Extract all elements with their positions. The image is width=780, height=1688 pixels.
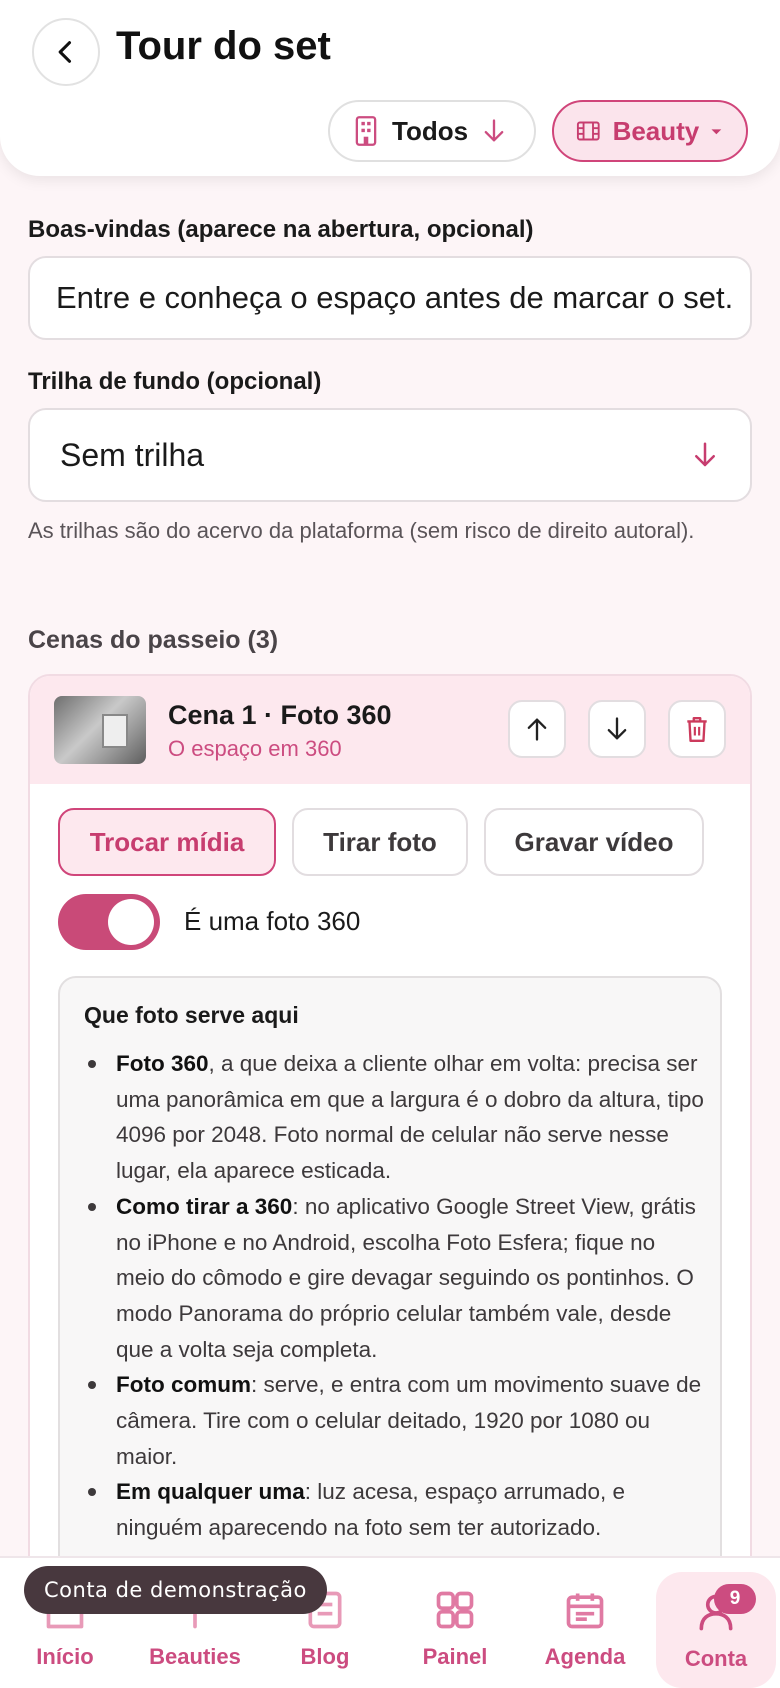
film-icon (576, 121, 600, 141)
track-select[interactable]: Sem trilha (28, 408, 752, 502)
record-video-button[interactable]: Gravar vídeo (484, 808, 704, 876)
filter-all-button[interactable]: Todos (328, 100, 536, 162)
scene-subtitle: O espaço em 360 (168, 736, 342, 761)
caret-down-icon (711, 129, 722, 135)
top-header: Tour do set Todos Beauty (0, 0, 780, 176)
photo-tips-box: Que foto serve aqui Foto 360, a que deix… (58, 976, 722, 1596)
filter-category-label: Beauty (612, 115, 700, 146)
nav-item-conta[interactable]: Conta 9 (656, 1572, 776, 1688)
trash-icon (687, 717, 707, 743)
arrow-down-icon (484, 119, 504, 142)
photo-360-toggle-label: É uma foto 360 (184, 906, 361, 936)
take-photo-button[interactable]: Tirar foto (292, 808, 468, 876)
nav-item-agenda[interactable]: Agenda (520, 1558, 650, 1688)
arrow-down-icon (695, 442, 715, 467)
scene-card: Cena 1 · Foto 360 O espaço em 360 Trocar… (28, 674, 752, 1674)
photo-360-toggle[interactable] (58, 894, 160, 950)
arrow-down-icon (607, 717, 627, 740)
page-title: Tour do set (116, 24, 331, 68)
nav-label: Conta (684, 1646, 748, 1671)
welcome-input[interactable]: Entre e conheça o espaço antes de marcar… (28, 256, 752, 340)
track-helper-text: As trilhas são do acervo da plataforma (… (28, 518, 695, 543)
demo-account-banner: Conta de demonstração (24, 1566, 327, 1614)
chevron-left-icon (58, 41, 72, 63)
tip-item: Foto 360, a que deixa a cliente olhar em… (84, 1046, 704, 1189)
nav-label: Início (36, 1644, 94, 1669)
tips-list: Foto 360, a que deixa a cliente olhar em… (84, 1046, 704, 1546)
back-button[interactable] (32, 18, 100, 86)
tip-bold: Em qualquer uma (116, 1479, 305, 1505)
nav-label: Beauties (149, 1644, 241, 1669)
nav-label: Blog (300, 1644, 350, 1669)
scene-thumbnail[interactable] (54, 696, 146, 764)
tip-bold: Como tirar a 360 (116, 1193, 293, 1219)
move-up-button[interactable] (508, 700, 566, 758)
tips-title: Que foto serve aqui (84, 1002, 299, 1028)
swap-media-button[interactable]: Trocar mídia (58, 808, 276, 876)
building-icon (355, 116, 377, 146)
welcome-label: Boas-vindas (aparece na abertura, opcion… (28, 216, 534, 243)
tip-bold: Foto comum (116, 1372, 251, 1398)
scene-title: Cena 1 · Foto 360 (168, 700, 392, 730)
track-label: Trilha de fundo (opcional) (28, 368, 322, 395)
track-select-value: Sem trilha (60, 436, 205, 473)
tip-bold: Foto 360 (116, 1051, 209, 1076)
scenes-section-title: Cenas do passeio (3) (28, 626, 279, 654)
filter-category-button[interactable]: Beauty (552, 100, 748, 162)
dashboard-icon (436, 1591, 474, 1629)
delete-scene-button[interactable] (668, 700, 726, 758)
move-down-button[interactable] (588, 700, 646, 758)
scene-header: Cena 1 · Foto 360 O espaço em 360 (30, 676, 750, 784)
filter-all-label: Todos (392, 115, 469, 146)
toggle-knob (108, 899, 154, 945)
arrow-up-icon (527, 718, 547, 741)
tip-item: Em qualquer uma: luz acesa, espaço arrum… (84, 1474, 704, 1545)
calendar-icon (566, 1593, 604, 1629)
nav-item-painel[interactable]: Painel (390, 1558, 520, 1688)
tip-item: Como tirar a 360: no aplicativo Google S… (84, 1189, 704, 1368)
notification-badge: 9 (714, 1584, 756, 1614)
nav-label: Painel (422, 1644, 488, 1669)
nav-label: Agenda (544, 1644, 626, 1669)
tip-item: Foto comum: serve, e entra com um movime… (84, 1367, 704, 1474)
